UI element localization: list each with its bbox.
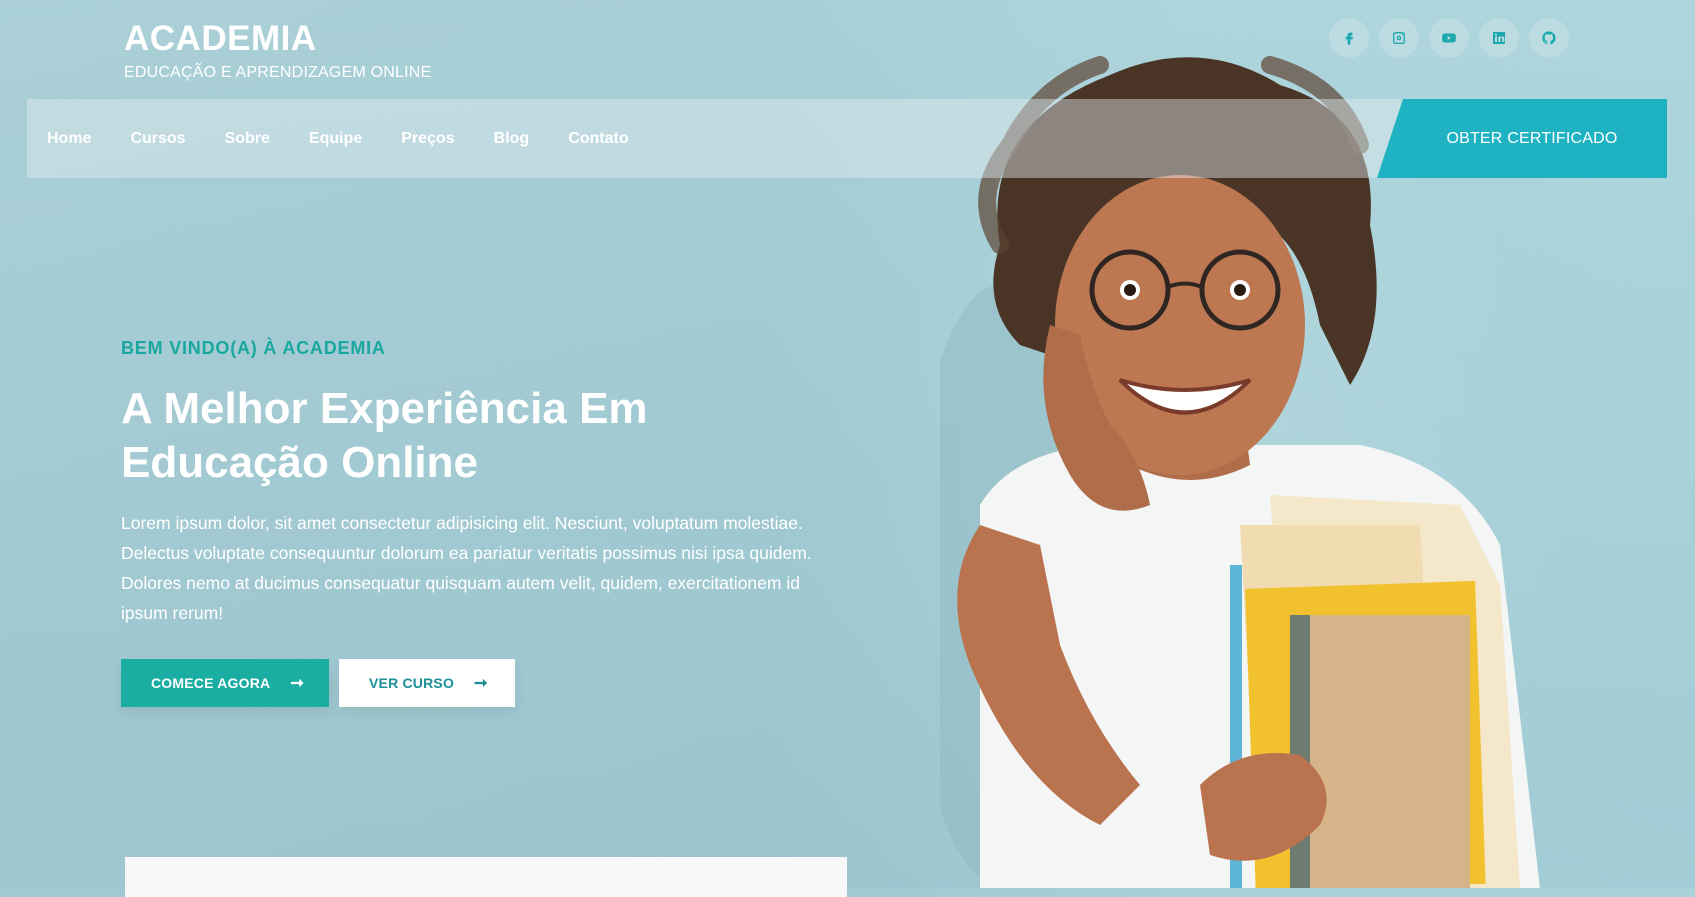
view-course-button[interactable]: VER CURSO ➞ bbox=[339, 659, 515, 707]
nav-menu: Home Cursos Sobre Equipe Preços Blog Con… bbox=[47, 99, 668, 178]
nav-item-blog[interactable]: Blog bbox=[494, 130, 530, 148]
start-now-button[interactable]: COMECE AGORA ➞ bbox=[121, 659, 329, 707]
brand-subtitle: EDUCAÇÃO E APRENDIZAGEM ONLINE bbox=[124, 64, 432, 81]
hero-description: Lorem ipsum dolor, sit amet consectetur … bbox=[121, 513, 812, 623]
social-links bbox=[1329, 18, 1569, 58]
nav-item-sobre[interactable]: Sobre bbox=[225, 130, 270, 148]
facebook-icon[interactable] bbox=[1329, 18, 1369, 58]
main-navbar: Home Cursos Sobre Equipe Preços Blog Con… bbox=[27, 99, 1667, 178]
feature-card bbox=[125, 857, 847, 897]
github-icon[interactable] bbox=[1529, 18, 1569, 58]
arrow-right-icon: ➞ bbox=[290, 675, 304, 692]
nav-item-contato[interactable]: Contato bbox=[568, 130, 628, 148]
brand[interactable]: ACADEMIA EDUCAÇÃO E APRENDIZAGEM ONLINE bbox=[124, 20, 431, 82]
get-certificate-button[interactable]: OBTER CERTIFICADO bbox=[1377, 99, 1667, 178]
hero-headline-line2: Educação Online bbox=[121, 438, 478, 487]
view-course-label: VER CURSO bbox=[369, 675, 455, 691]
nav-item-cursos[interactable]: Cursos bbox=[130, 130, 185, 148]
start-now-label: COMECE AGORA bbox=[151, 675, 271, 691]
nav-item-equipe[interactable]: Equipe bbox=[309, 130, 362, 148]
linkedin-icon[interactable] bbox=[1479, 18, 1519, 58]
youtube-icon[interactable] bbox=[1429, 18, 1469, 58]
brand-title: ACADEMIA bbox=[124, 19, 317, 58]
hero-headline-line1: A Melhor Experiência Em bbox=[121, 384, 648, 433]
nav-item-precos[interactable]: Preços bbox=[401, 130, 454, 148]
hero-headline: A Melhor Experiência Em Educação Online bbox=[121, 382, 821, 490]
hero-kicker: BEM VINDO(A) À ACADEMIA bbox=[121, 338, 386, 358]
nav-item-home[interactable]: Home bbox=[47, 130, 91, 148]
arrow-right-icon: ➞ bbox=[474, 675, 488, 692]
instagram-icon[interactable] bbox=[1379, 18, 1419, 58]
